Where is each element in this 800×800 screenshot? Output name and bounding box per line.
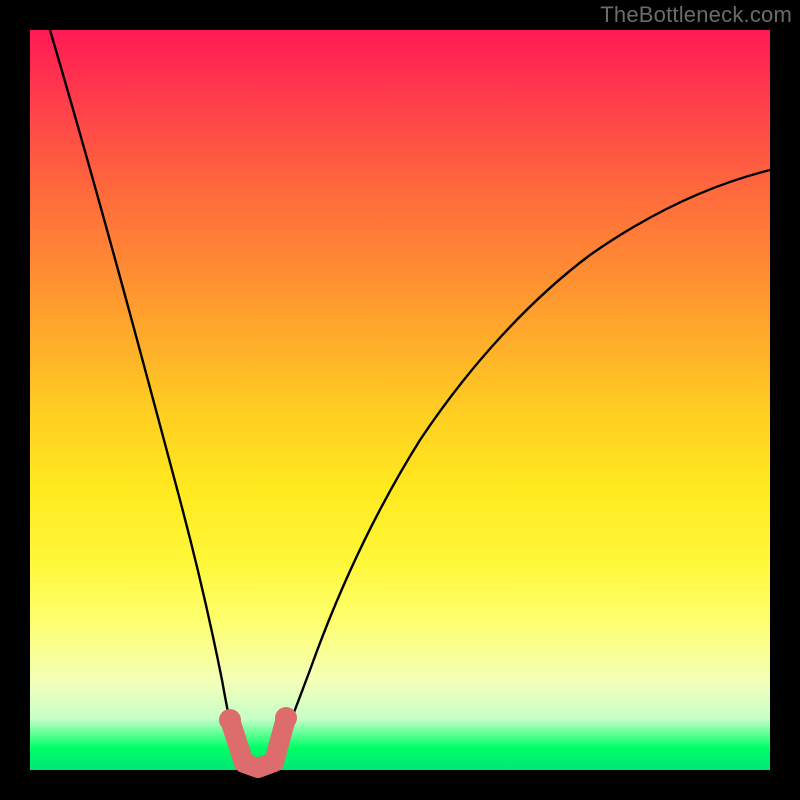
plot-area [30,30,770,770]
highlight-start-dot [219,709,241,731]
curves-svg [30,30,770,770]
chart-frame: TheBottleneck.com [0,0,800,800]
watermark-text: TheBottleneck.com [600,2,792,28]
right-branch [270,170,770,768]
left-branch [50,30,246,768]
highlight-end-dot [275,707,297,729]
